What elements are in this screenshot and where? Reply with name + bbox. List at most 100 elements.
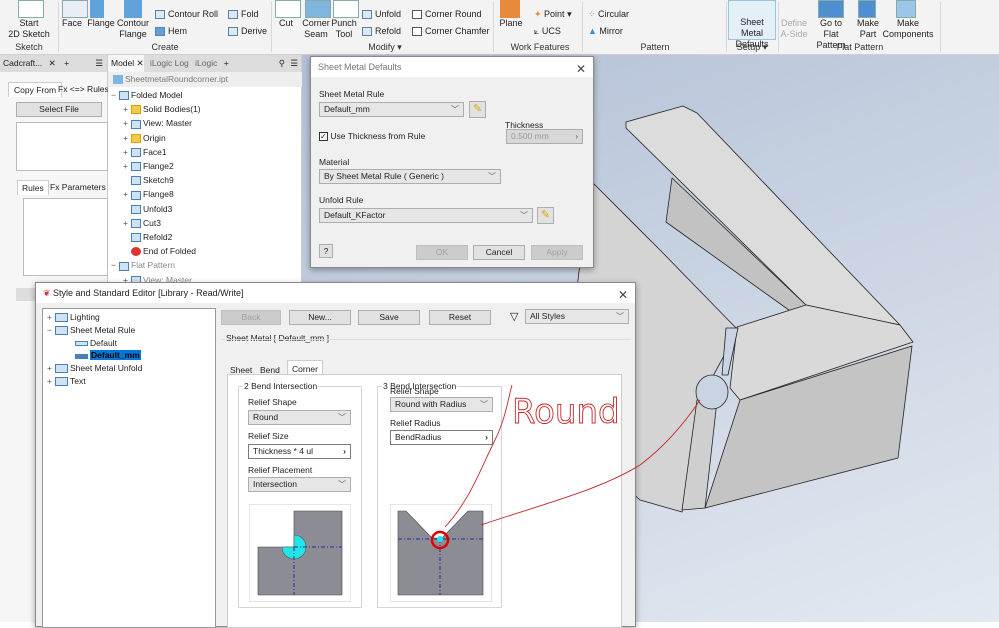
tree-item[interactable]: + Face1	[123, 147, 167, 158]
edit-rule-button[interactable]: ✎	[469, 101, 486, 118]
expand-icon[interactable]: +	[123, 118, 131, 128]
tab-fx-parameters[interactable]: Fx Parameters	[50, 182, 106, 192]
style-tree-item[interactable]: − Sheet Metal Rule	[47, 325, 135, 336]
back-button[interactable]: Back	[221, 310, 281, 325]
expand-icon[interactable]: +	[123, 189, 131, 199]
expand-icon[interactable]: +	[47, 312, 55, 322]
file-row[interactable]: SheetmetalRoundcorner.ipt	[108, 72, 302, 87]
expand-icon[interactable]: +	[123, 161, 131, 171]
expand-icon[interactable]: −	[111, 90, 119, 100]
material-select[interactable]: By Sheet Metal Rule ( Generic ) ﹀	[319, 169, 501, 184]
hem-button[interactable]: Hem	[155, 26, 187, 37]
face-button[interactable]: Face	[60, 18, 84, 29]
tree-item[interactable]: − Flat Pattern	[111, 260, 175, 271]
tree-item[interactable]: + Flange8	[123, 189, 174, 200]
expand-icon[interactable]: +	[123, 104, 131, 114]
feature-icon	[131, 105, 141, 115]
tab-model[interactable]: Model ✕	[108, 55, 144, 72]
tab-rules[interactable]: Rules	[17, 180, 49, 195]
style-tree-item[interactable]: Default_mm	[67, 350, 141, 361]
relief-shape-select[interactable]: Round ﹀	[248, 410, 351, 425]
tab-copy-from[interactable]: Copy From	[8, 82, 63, 97]
ok-button[interactable]: OK	[416, 245, 468, 260]
sheet-metal-rule-select[interactable]: Default_mm ﹀	[319, 102, 464, 117]
tree-item[interactable]: Sketch9	[123, 175, 174, 186]
style-tree-item[interactable]: + Text	[47, 376, 86, 387]
arrow-icon[interactable]: ›	[343, 445, 346, 458]
arrow-icon[interactable]: ›	[485, 431, 488, 444]
expand-icon[interactable]: −	[111, 260, 119, 270]
expand-icon[interactable]: +	[123, 133, 131, 143]
unfold-rule-select[interactable]: Default_KFactor ﹀	[319, 208, 533, 223]
relief-size-input[interactable]: Thickness * 4 ul ›	[248, 444, 351, 459]
tab-ilogic-log[interactable]: iLogic Log	[150, 58, 189, 68]
edit-unfold-rule-button[interactable]: ✎	[537, 207, 554, 224]
expand-icon[interactable]: −	[47, 325, 55, 335]
contour-flange-button[interactable]: Contour Flange	[116, 18, 150, 40]
derive-button[interactable]: Derive	[228, 26, 267, 37]
tree-item[interactable]: + Cut3	[123, 218, 161, 229]
relief-placement-select[interactable]: Intersection ﹀	[248, 477, 351, 492]
use-thickness-checkbox[interactable]: ✓ Use Thickness from Rule	[319, 131, 425, 142]
ucs-button[interactable]: ⟀ UCS	[534, 26, 561, 37]
fold-button[interactable]: Fold	[228, 9, 259, 20]
tree-item[interactable]: + Solid Bodies(1)	[123, 104, 201, 115]
plane-button[interactable]: Plane	[497, 18, 525, 29]
tree-item[interactable]: Refold2	[123, 232, 172, 243]
menu-icon[interactable]: ☰	[290, 55, 298, 72]
tree-item[interactable]: − Folded Model	[111, 90, 183, 101]
help-button[interactable]: ?	[319, 244, 333, 258]
add-tab-icon[interactable]: +	[64, 58, 69, 68]
refold-button[interactable]: Refold	[362, 26, 401, 37]
relief-radius-input[interactable]: BendRadius ›	[390, 430, 493, 445]
style-tree-item[interactable]: + Lighting	[47, 312, 100, 323]
style-tree-item[interactable]: Default	[67, 338, 117, 348]
contour-roll-button[interactable]: Contour Roll	[155, 9, 218, 20]
group-modify[interactable]: Modify ▾	[355, 42, 415, 53]
tab-fx-rules[interactable]: Fx <=> Rules	[58, 84, 109, 94]
save-button[interactable]: Save	[358, 310, 420, 325]
flange-button[interactable]: Flange	[86, 18, 116, 29]
punch-tool-button[interactable]: Punch Tool	[330, 18, 358, 40]
new-button[interactable]: New...	[289, 310, 351, 325]
make-part-button[interactable]: Make Part	[854, 18, 882, 40]
reset-button[interactable]: Reset	[429, 310, 491, 325]
start-2d-sketch-button[interactable]: Start 2D Sketch	[4, 18, 54, 40]
style-tree-item[interactable]: + Sheet Metal Unfold	[47, 363, 142, 374]
expand-icon[interactable]: +	[47, 363, 55, 373]
tree-item[interactable]: + Flange2	[123, 161, 174, 172]
circular-button[interactable]: ⁘ Circular	[588, 9, 629, 20]
file-list[interactable]	[16, 122, 108, 171]
expand-icon[interactable]: +	[47, 376, 55, 386]
expand-icon[interactable]: +	[123, 147, 131, 157]
add-tab-icon[interactable]: +	[224, 58, 229, 68]
rules-list[interactable]	[23, 198, 108, 276]
sheet-metal-defaults-button[interactable]: Sheet Metal Defaults	[728, 0, 776, 49]
select-file-button[interactable]: Select File	[16, 102, 102, 117]
corner-round-button[interactable]: Corner Round	[412, 9, 482, 20]
tree-item[interactable]: + View: Master	[123, 118, 192, 129]
cut-button[interactable]: Cut	[274, 18, 298, 29]
make-components-button[interactable]: Make Components	[882, 18, 934, 40]
close-icon[interactable]: ✕	[618, 285, 628, 305]
corner-chamfer-button[interactable]: Corner Chamfer	[412, 26, 490, 37]
tree-item[interactable]: Unfold3	[123, 204, 172, 214]
tree-item[interactable]: End of Folded	[123, 246, 196, 257]
relief-shape-select[interactable]: Round with Radius ﹀	[390, 397, 493, 412]
tree-item[interactable]: + Origin	[123, 133, 166, 143]
group-setup[interactable]: Setup ▾	[728, 42, 776, 53]
mirror-button[interactable]: ▲ Mirror	[588, 26, 623, 36]
tab-ilogic[interactable]: iLogic	[195, 58, 217, 68]
menu-icon[interactable]: ☰	[95, 55, 103, 72]
search-icon[interactable]: ⚲	[279, 55, 285, 72]
style-filter-select[interactable]: All Styles ﹀	[525, 309, 629, 324]
cancel-button[interactable]: Cancel	[473, 245, 525, 260]
tab-cadcraft[interactable]: Cadcraft...	[0, 58, 42, 68]
apply-button[interactable]: Apply	[531, 245, 583, 260]
corner-seam-button[interactable]: Corner Seam	[300, 18, 332, 40]
close-icon[interactable]: ✕	[576, 59, 586, 79]
close-icon[interactable]: ✕	[49, 58, 56, 68]
unfold-button[interactable]: Unfold	[362, 9, 401, 20]
point-button[interactable]: ✦ Point ▾	[534, 9, 572, 20]
expand-icon[interactable]: +	[123, 218, 131, 228]
